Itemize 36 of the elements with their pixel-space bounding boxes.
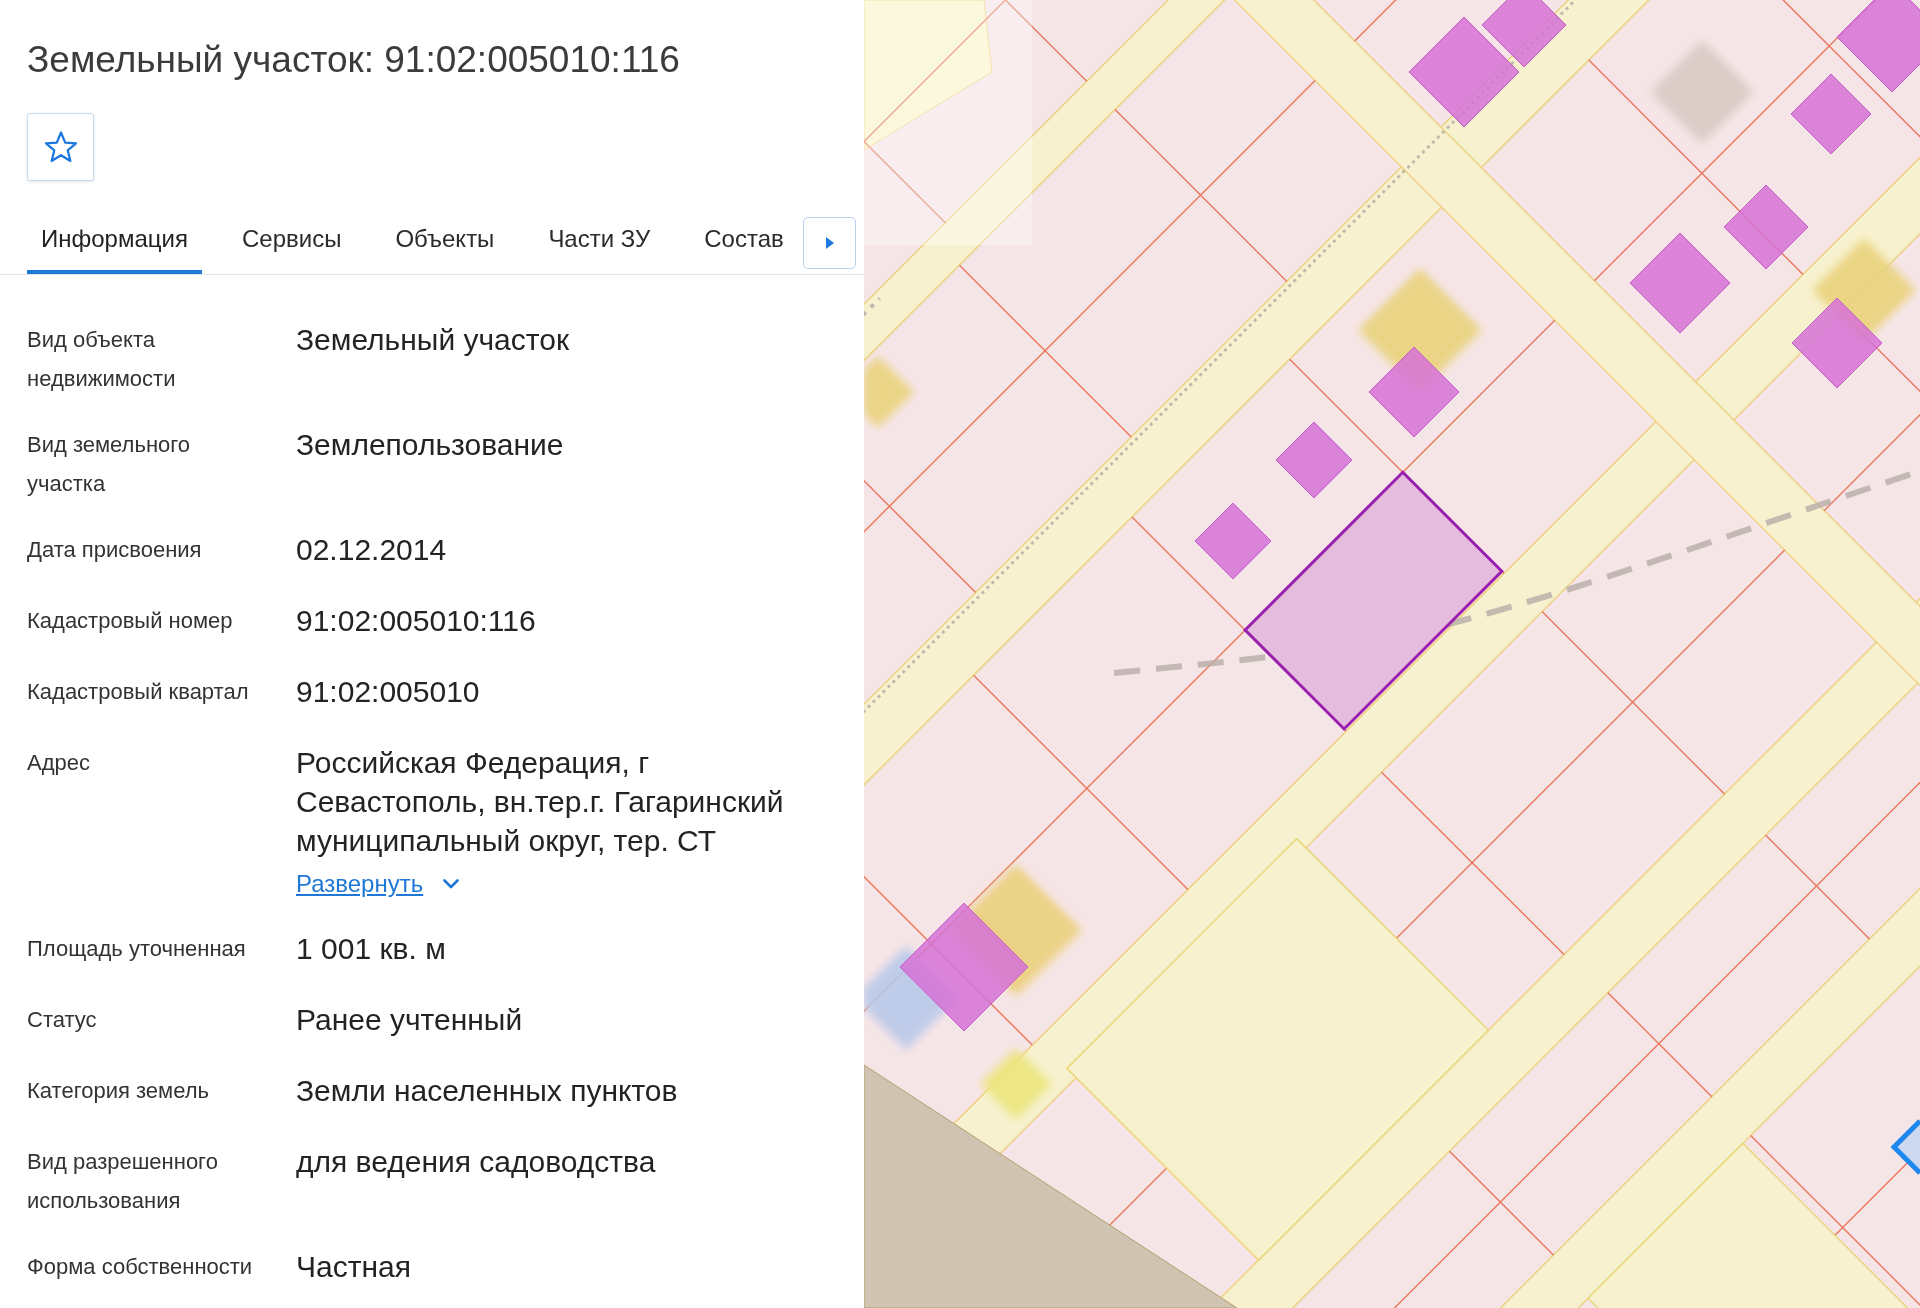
favorite-button[interactable] bbox=[27, 113, 94, 181]
field-value: 91:02:005010:116 bbox=[296, 603, 537, 639]
expand-link[interactable]: Развернуть bbox=[296, 866, 460, 902]
field-label: Форма собственности bbox=[27, 1253, 254, 1281]
tab[interactable]: Сервисы bbox=[227, 207, 356, 274]
field-value: 91:02:005010 bbox=[296, 674, 481, 710]
field-label: Кадастровый квартал bbox=[27, 678, 250, 706]
parcel-boundary bbox=[1354, 0, 1398, 42]
field-value: Частная bbox=[296, 1249, 412, 1285]
caret-right-icon bbox=[825, 237, 834, 249]
blurred-footprint bbox=[980, 1048, 1052, 1120]
page-title: Земельный участок: 91:02:005010:116 bbox=[27, 38, 681, 82]
field-value: Землепользование bbox=[296, 427, 565, 463]
field-label: Категория земель bbox=[27, 1077, 210, 1105]
field-value: 02.12.2014 bbox=[296, 532, 448, 568]
field-label: Вид объекта недвижимости bbox=[27, 326, 177, 393]
selected-parcel[interactable] bbox=[1242, 470, 1504, 732]
tab[interactable]: Информация bbox=[27, 207, 202, 274]
field-label: Кадастровый номер bbox=[27, 607, 234, 635]
field-label: Дата присвоения bbox=[27, 536, 203, 564]
field-label: Площадь уточненная bbox=[27, 935, 247, 963]
field-value: Российская Федерация, г Севастополь, вн.тер.г. Гагаринский муниципальный округ, тер. СТ bbox=[296, 745, 785, 859]
field-value: Земли населенных пунктов bbox=[296, 1073, 679, 1109]
diamond-marker-icon bbox=[1890, 1118, 1920, 1176]
field-value: Ранее учтенный bbox=[296, 1002, 524, 1038]
field-label: Вид разрешенного использования bbox=[27, 1148, 219, 1215]
field-value: Земельный участок bbox=[296, 322, 570, 358]
field-label: Статус bbox=[27, 1006, 98, 1034]
tab[interactable]: Части ЗУ bbox=[534, 207, 665, 274]
field-label: Вид земельного участка bbox=[27, 431, 192, 498]
field-label: Адрес bbox=[27, 749, 91, 777]
chevron-down-icon bbox=[443, 879, 460, 889]
field-value: 1 001 кв. м bbox=[296, 931, 447, 967]
tab[interactable]: Объекты bbox=[381, 207, 509, 274]
tab[interactable]: Состав bbox=[690, 207, 798, 274]
field-value: для ведения садоводства bbox=[296, 1144, 657, 1180]
